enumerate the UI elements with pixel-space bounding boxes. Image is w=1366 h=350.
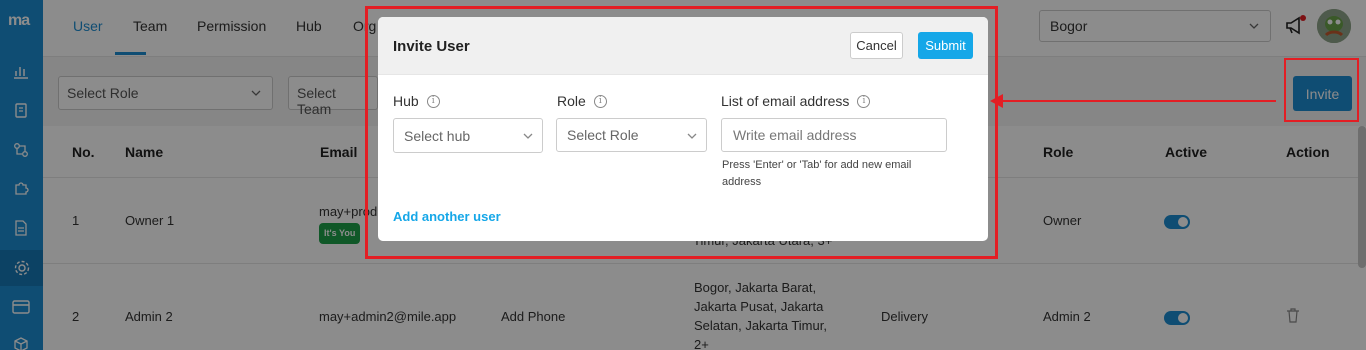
invite-highlight-box (1284, 58, 1359, 122)
annotation-arrow-line (1001, 100, 1276, 102)
modal-highlight-box (365, 6, 998, 259)
annotation-arrow-head (990, 94, 1003, 108)
